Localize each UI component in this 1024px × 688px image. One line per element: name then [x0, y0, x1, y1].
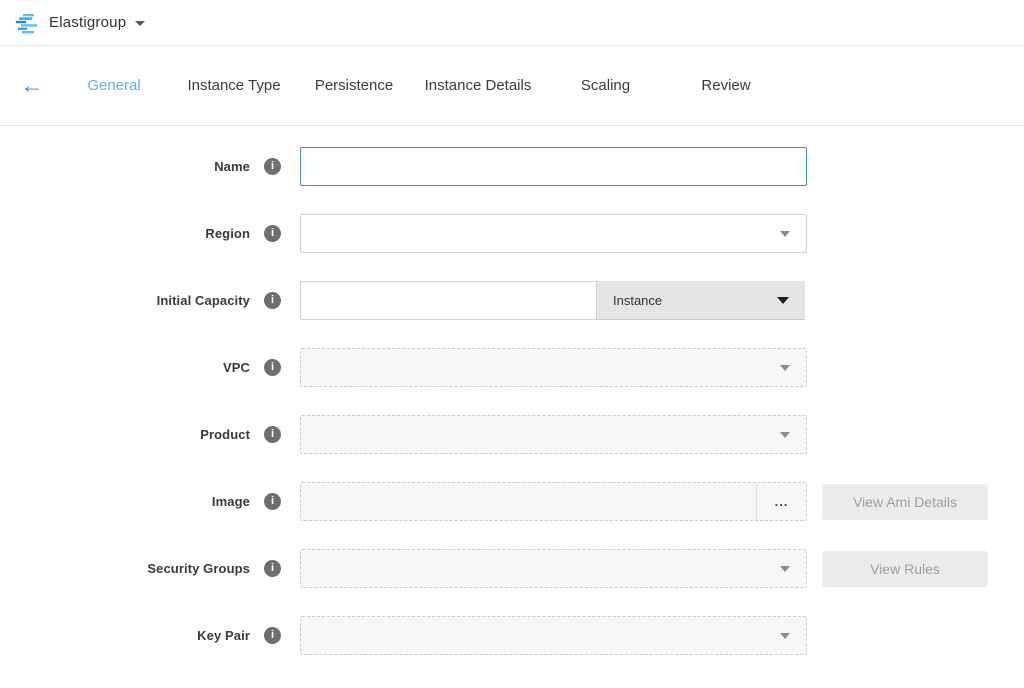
elastigroup-logo-icon: [15, 11, 39, 35]
product-select[interactable]: [300, 415, 807, 454]
info-icon[interactable]: i: [264, 225, 281, 242]
chevron-down-icon: [780, 365, 790, 371]
form-row-region: Region i: [0, 214, 1024, 253]
chevron-down-icon: [780, 231, 790, 237]
info-icon[interactable]: i: [264, 292, 281, 309]
tab-persistence[interactable]: Persistence: [294, 77, 414, 94]
tab-general[interactable]: General: [54, 77, 174, 94]
app-switcher-caret-icon[interactable]: [135, 21, 145, 26]
image-label: Image: [212, 494, 250, 509]
name-input[interactable]: [300, 147, 807, 186]
wizard-tab-bar: ← General Instance Type Persistence Inst…: [0, 46, 1024, 126]
capacity-unit-value: Instance: [597, 293, 662, 308]
security-groups-select[interactable]: [300, 549, 807, 588]
chevron-down-icon: [780, 432, 790, 438]
security-groups-label: Security Groups: [147, 561, 250, 576]
product-label: Product: [200, 427, 250, 442]
tab-scaling[interactable]: Scaling: [542, 77, 669, 94]
tab-instance-details[interactable]: Instance Details: [414, 77, 542, 94]
form-row-name: Name i: [0, 147, 1024, 186]
back-arrow-icon[interactable]: ←: [20, 73, 44, 99]
form-row-product: Product i: [0, 415, 1024, 454]
app-title: Elastigroup: [49, 14, 126, 31]
region-select[interactable]: [300, 214, 807, 253]
chevron-down-icon: [780, 566, 790, 572]
key-pair-label: Key Pair: [197, 628, 250, 643]
info-icon[interactable]: i: [264, 560, 281, 577]
view-ami-details-button[interactable]: View Ami Details: [822, 484, 988, 520]
form-row-security-groups: Security Groups i View Rules: [0, 549, 1024, 588]
vpc-select[interactable]: [300, 348, 807, 387]
info-icon[interactable]: i: [264, 493, 281, 510]
general-form: Name i Region i Initial Capacity i Insta…: [0, 126, 1024, 655]
info-icon[interactable]: i: [264, 158, 281, 175]
form-row-initial-capacity: Initial Capacity i Instance: [0, 281, 1024, 320]
form-row-key-pair: Key Pair i: [0, 616, 1024, 655]
chevron-down-icon: [780, 633, 790, 639]
info-icon[interactable]: i: [264, 359, 281, 376]
info-icon[interactable]: i: [264, 426, 281, 443]
vpc-label: VPC: [223, 360, 250, 375]
initial-capacity-input[interactable]: [300, 281, 597, 320]
name-label: Name: [214, 159, 250, 174]
top-bar: Elastigroup: [0, 0, 1024, 46]
form-row-vpc: VPC i: [0, 348, 1024, 387]
tab-review[interactable]: Review: [669, 77, 783, 94]
key-pair-select[interactable]: [300, 616, 807, 655]
browse-image-button[interactable]: ...: [756, 483, 806, 520]
ellipsis-icon: ...: [775, 499, 789, 504]
form-row-image: Image i ... View Ami Details: [0, 482, 1024, 521]
capacity-unit-select[interactable]: Instance: [597, 281, 805, 320]
view-rules-button[interactable]: View Rules: [822, 551, 988, 587]
tab-instance-type[interactable]: Instance Type: [174, 77, 294, 94]
image-picker-field[interactable]: ...: [300, 482, 807, 521]
initial-capacity-label: Initial Capacity: [157, 293, 250, 308]
region-label: Region: [205, 226, 250, 241]
chevron-down-icon: [777, 297, 789, 304]
info-icon[interactable]: i: [264, 627, 281, 644]
